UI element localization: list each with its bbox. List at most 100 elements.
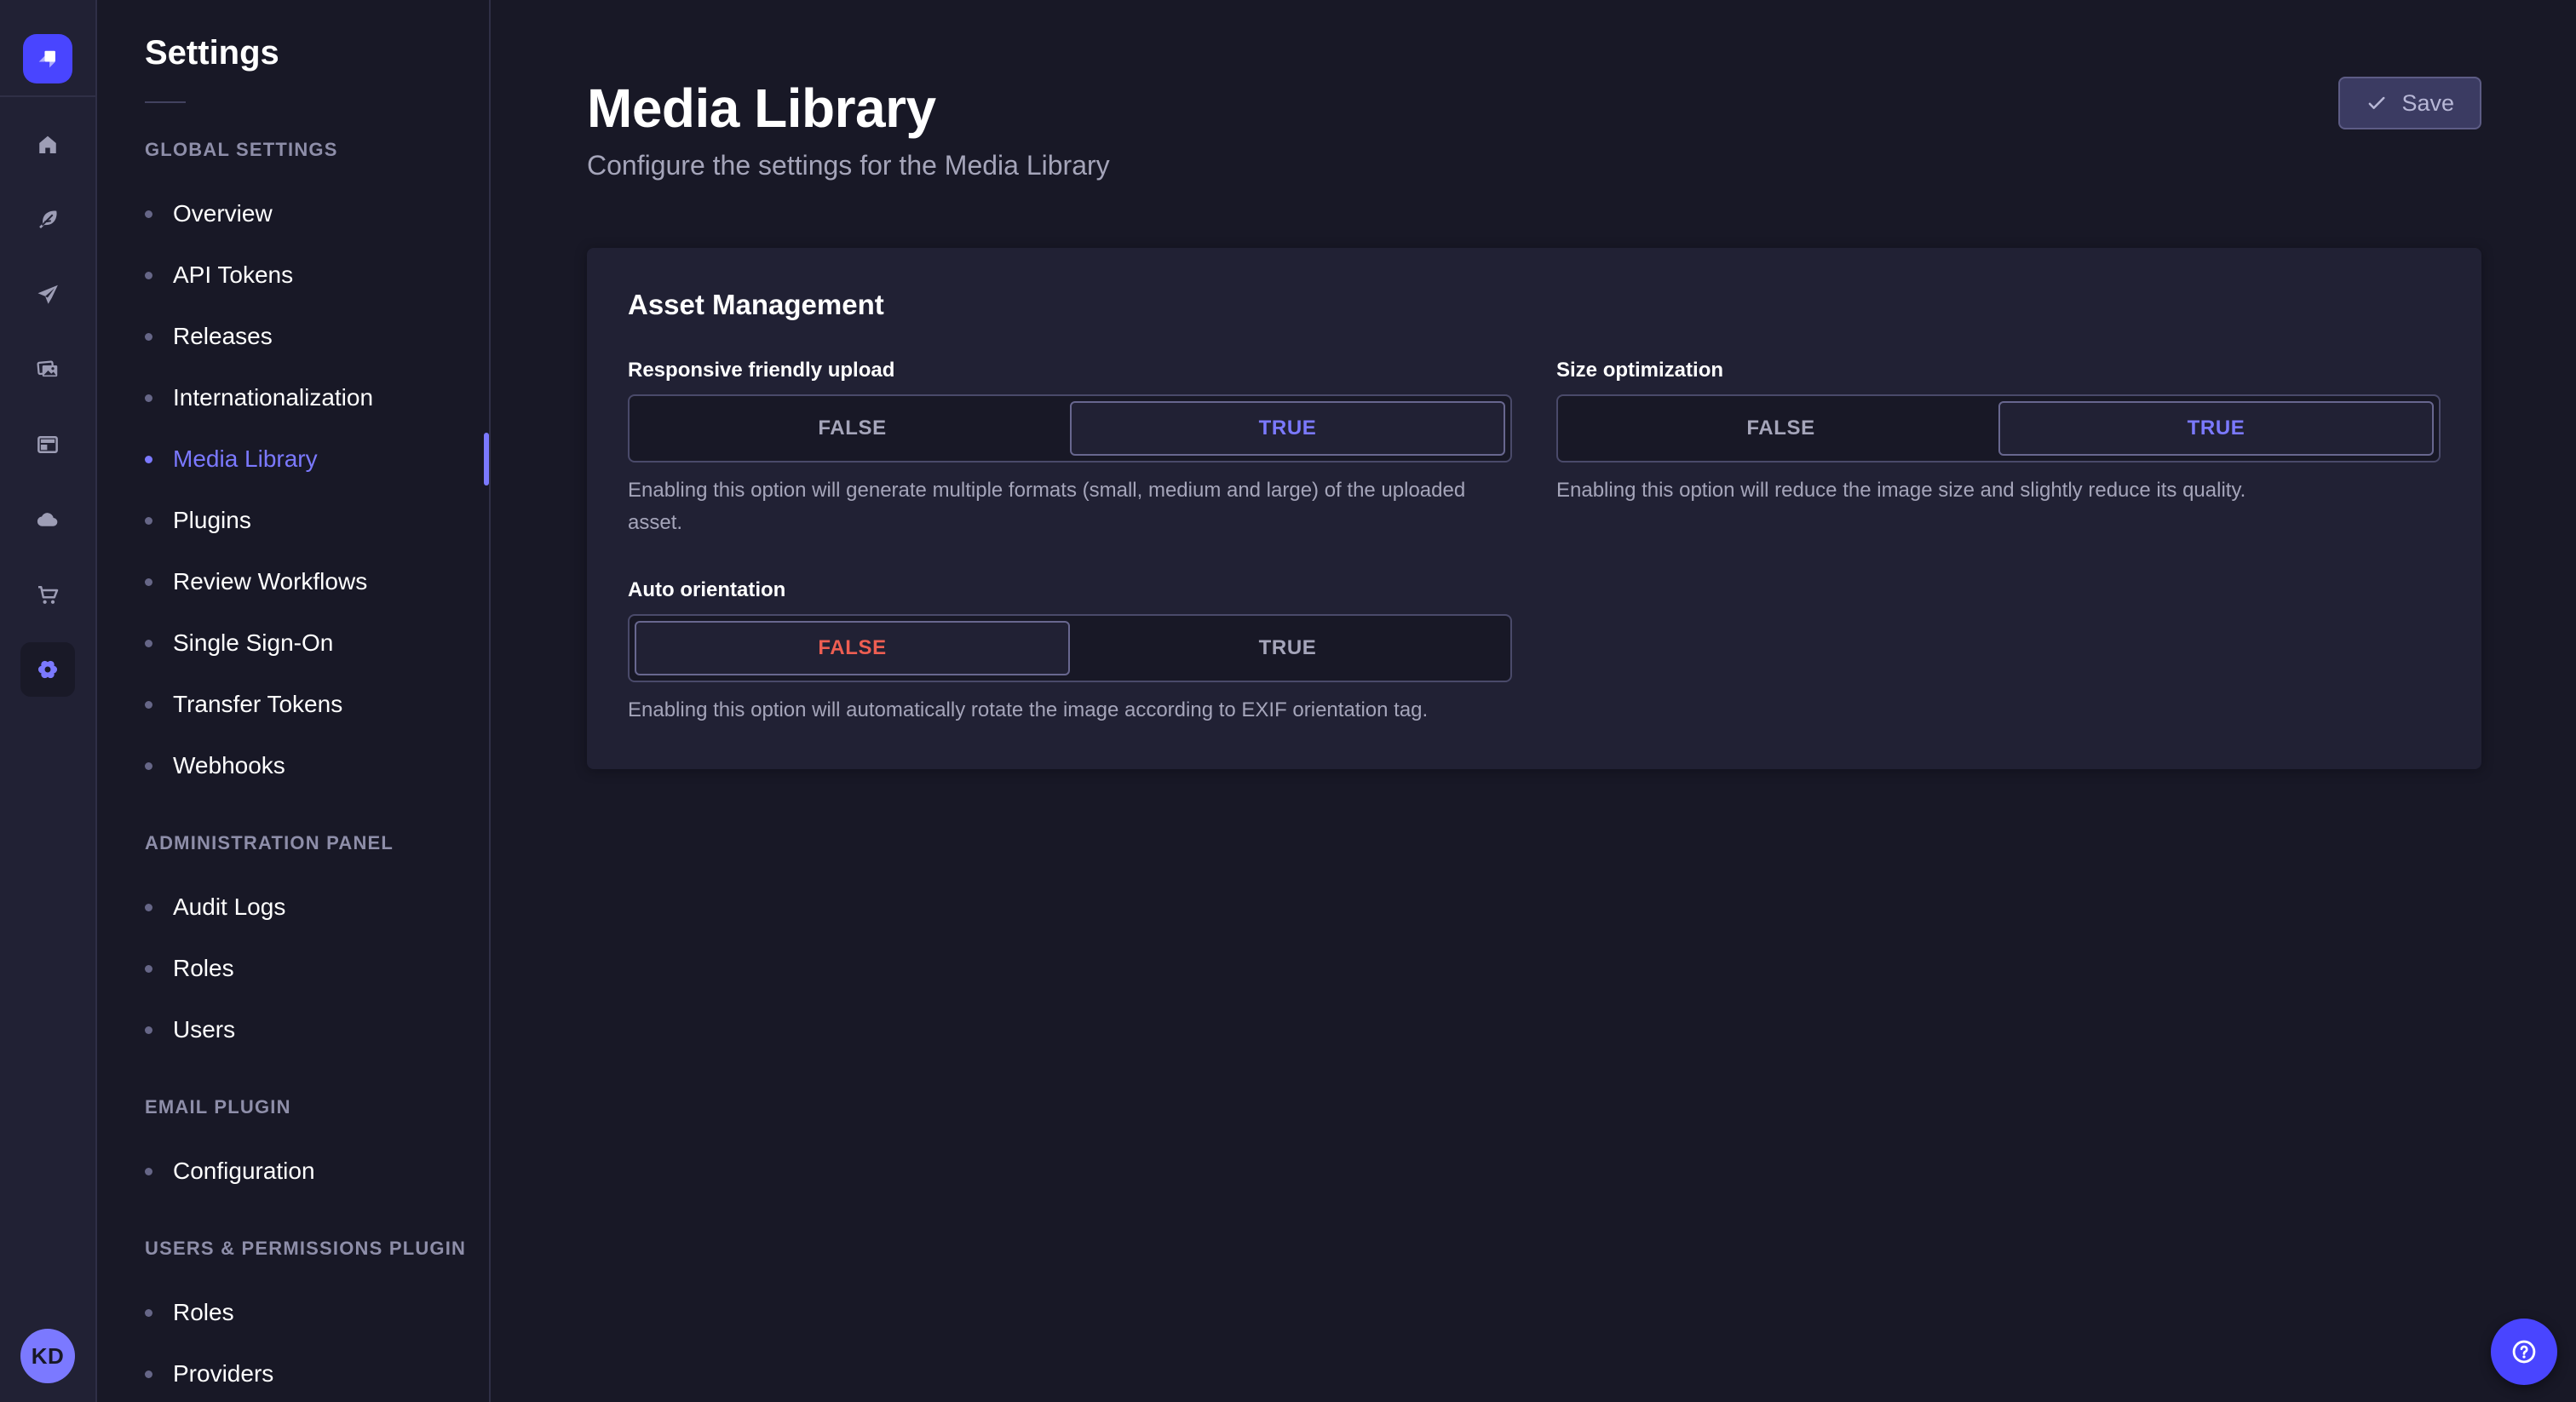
sidebar-item-up-roles[interactable]: Roles (97, 1282, 489, 1343)
field-responsive-friendly-upload: Responsive friendly upload FALSE TRUE En… (628, 359, 1512, 539)
bullet-icon (145, 516, 152, 525)
sidebar-item-label: Users (173, 1016, 236, 1043)
toggle-option-true[interactable]: TRUE (1070, 401, 1505, 456)
layout-icon (20, 417, 75, 472)
sidebar-item-label: Single Sign-On (173, 629, 334, 656)
bullet-icon (145, 271, 152, 279)
field-size-optimization: Size optimization FALSE TRUE Enabling th… (1556, 359, 2441, 539)
cloud-icon (20, 492, 75, 547)
sidebar-item-audit-logs[interactable]: Audit Logs (97, 876, 489, 938)
sidebar-item-label: Review Workflows (173, 568, 368, 595)
sidebar-item-label: Transfer Tokens (173, 691, 343, 717)
sidebar-item-media-library[interactable]: Media Library (97, 428, 489, 490)
nav-list-administration-panel: Audit Logs Roles Users (97, 876, 489, 1060)
sidebar-item-label: Webhooks (173, 752, 285, 779)
gear-icon (20, 642, 75, 697)
sidebar-item-configuration[interactable]: Configuration (97, 1141, 489, 1202)
brand-area (0, 0, 95, 97)
sidebar-item-review-workflows[interactable]: Review Workflows (97, 551, 489, 612)
feather-icon (20, 192, 75, 247)
field-auto-orientation: Auto orientation FALSE TRUE Enabling thi… (628, 578, 1512, 727)
bullet-icon (145, 1308, 152, 1317)
save-button[interactable]: Save (2338, 77, 2481, 129)
page-title-block: Media Library Configure the settings for… (587, 77, 1110, 181)
page-header: Media Library Configure the settings for… (587, 77, 2481, 181)
rail-item-content-manager[interactable] (0, 182, 95, 257)
rail-item-home[interactable] (0, 107, 95, 182)
strapi-logo-icon (38, 50, 55, 68)
section-label-email-plugin: EMAIL PLUGIN (145, 1096, 291, 1118)
rail-item-media-library[interactable] (0, 332, 95, 407)
strapi-logo[interactable] (23, 34, 72, 83)
toggle-option-false[interactable]: FALSE (635, 401, 1070, 456)
sidebar-item-api-tokens[interactable]: API Tokens (97, 244, 489, 306)
sidebar-item-single-sign-on[interactable]: Single Sign-On (97, 612, 489, 674)
field-label: Responsive friendly upload (628, 359, 895, 382)
question-mark-icon (2512, 1340, 2536, 1364)
page-title: Media Library (587, 78, 936, 139)
sidebar-item-plugins[interactable]: Plugins (97, 490, 489, 551)
sidebar-item-label: Releases (173, 323, 273, 349)
bullet-icon (145, 1026, 152, 1034)
check-icon (2369, 96, 2385, 109)
help-button[interactable] (2491, 1319, 2557, 1385)
field-hint: Enabling this option will automatically … (628, 698, 1429, 721)
sidebar-item-admin-roles[interactable]: Roles (97, 938, 489, 999)
bullet-icon (145, 1167, 152, 1175)
section-label-global-settings: GLOBAL SETTINGS (145, 139, 338, 160)
save-button-label: Save (2401, 89, 2454, 116)
sidebar-item-providers[interactable]: Providers (97, 1343, 489, 1402)
sidebar-item-internationalization[interactable]: Internationalization (97, 367, 489, 428)
page-subtitle: Configure the settings for the Media Lib… (587, 150, 1110, 181)
toggle-responsive-friendly-upload: FALSE TRUE (628, 394, 1512, 463)
user-avatar[interactable]: KD (20, 1329, 75, 1383)
cart-icon (20, 567, 75, 622)
bullet-icon (145, 455, 152, 463)
bullet-icon (145, 577, 152, 586)
card-heading: Asset Management (628, 289, 884, 320)
section-label-administration-panel: ADMINISTRATION PANEL (145, 832, 394, 853)
rail-item-marketplace[interactable] (0, 557, 95, 632)
bullet-icon (145, 761, 152, 770)
bullet-icon (145, 210, 152, 218)
sidebar-item-label: Roles (173, 955, 234, 981)
field-label: Auto orientation (628, 578, 786, 601)
field-label: Size optimization (1556, 359, 1724, 382)
rail-item-content-type-builder[interactable] (0, 407, 95, 482)
rail-item-settings[interactable] (0, 632, 95, 707)
subnav-title: Settings (145, 34, 279, 72)
pictures-icon (20, 342, 75, 397)
toggle-option-false[interactable]: FALSE (635, 621, 1070, 675)
sidebar-item-label: Internationalization (173, 384, 374, 411)
toggle-option-false[interactable]: FALSE (1563, 401, 1998, 456)
fields-grid: Responsive friendly upload FALSE TRUE En… (628, 359, 2441, 727)
rail-item-deploy[interactable] (0, 482, 95, 557)
sidebar-item-users[interactable]: Users (97, 999, 489, 1060)
section-label-users-permissions-plugin: USERS & PERMISSIONS PLUGIN (145, 1238, 467, 1259)
sidebar-item-label: Providers (173, 1360, 274, 1387)
bullet-icon (145, 964, 152, 973)
bullet-icon (145, 1370, 152, 1378)
subnav-divider (145, 101, 186, 103)
bullet-icon (145, 639, 152, 647)
sidebar-item-transfer-tokens[interactable]: Transfer Tokens (97, 674, 489, 735)
sidebar-item-overview[interactable]: Overview (97, 183, 489, 244)
paper-plane-icon (20, 267, 75, 322)
nav-list-email-plugin: Configuration (97, 1141, 489, 1202)
main-content: Media Library Configure the settings for… (491, 0, 2576, 1402)
home-icon (20, 118, 75, 172)
toggle-option-true[interactable]: TRUE (1998, 401, 2434, 456)
sidebar-item-releases[interactable]: Releases (97, 306, 489, 367)
settings-subnav: Settings GLOBAL SETTINGS Overview API To… (97, 0, 491, 1402)
toggle-option-true[interactable]: TRUE (1070, 621, 1505, 675)
sidebar-item-label: Media Library (173, 445, 318, 472)
sidebar-item-label: Roles (173, 1299, 234, 1325)
nav-list-users-permissions-plugin: Roles Providers (97, 1282, 489, 1402)
sidebar-item-webhooks[interactable]: Webhooks (97, 735, 489, 796)
bullet-icon (145, 394, 152, 402)
bullet-icon (145, 903, 152, 911)
rail-item-releases[interactable] (0, 257, 95, 332)
sidebar-item-label: Audit Logs (173, 893, 286, 920)
asset-management-card: Asset Management Responsive friendly upl… (587, 248, 2481, 769)
sidebar-item-label: Plugins (173, 507, 251, 533)
